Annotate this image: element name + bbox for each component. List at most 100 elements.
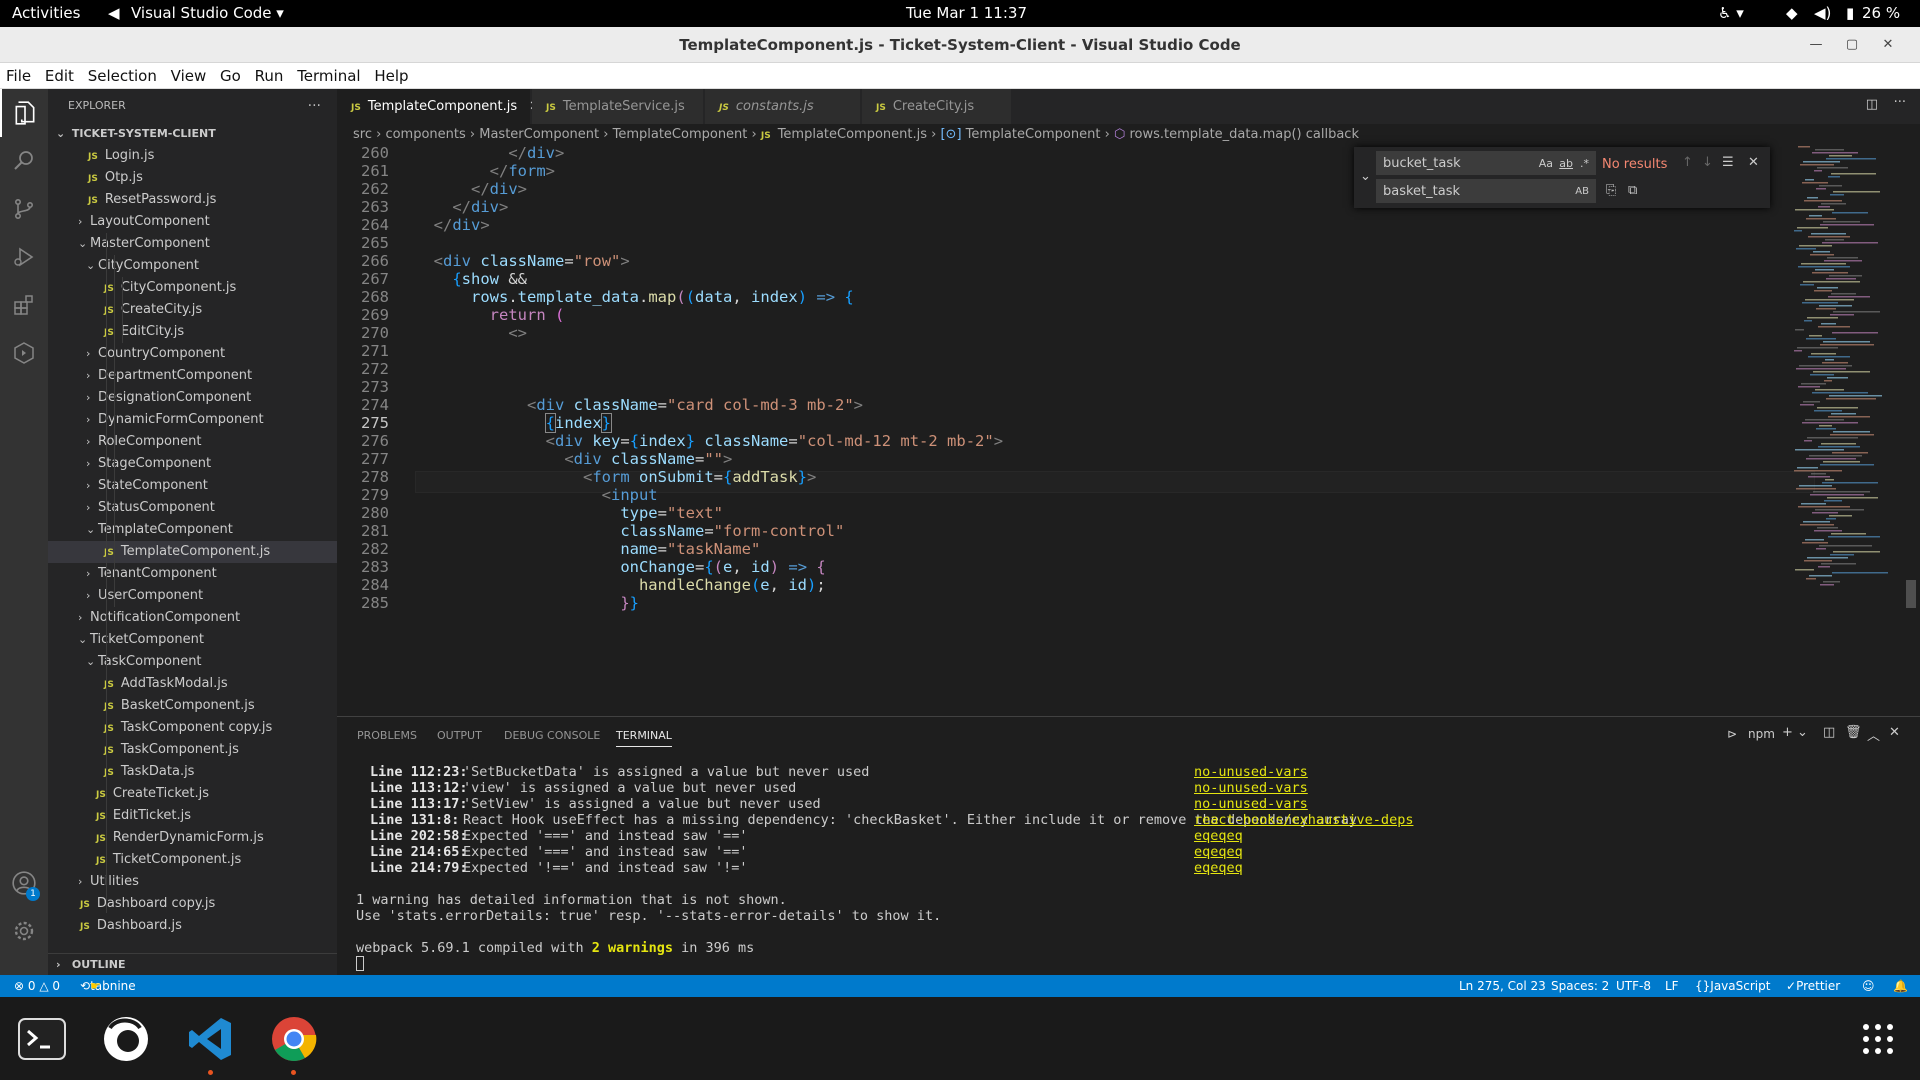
- maximize-icon[interactable]: ▢: [1834, 27, 1870, 63]
- tab-terminal[interactable]: TERMINAL: [616, 729, 672, 747]
- encoding[interactable]: UTF-8: [1616, 975, 1651, 997]
- folder-item[interactable]: › UserComponent: [48, 585, 337, 607]
- explorer-icon[interactable]: [0, 89, 48, 137]
- file-item[interactable]: JS Dashboard copy.js: [48, 893, 337, 915]
- terminal-profile[interactable]: npm: [1748, 727, 1775, 741]
- find-in-selection-icon[interactable]: ☰: [1722, 155, 1734, 170]
- folder-item[interactable]: › TenantComponent: [48, 563, 337, 585]
- match-case-toggle[interactable]: Aa: [1539, 152, 1553, 176]
- file-item[interactable]: JS CreateCity.js: [48, 299, 337, 321]
- lint-rule-link[interactable]: no-unused-vars: [1194, 780, 1308, 796]
- lint-rule-link[interactable]: no-unused-vars: [1194, 796, 1308, 812]
- regex-toggle[interactable]: .*: [1580, 152, 1589, 176]
- file-item[interactable]: JS ResetPassword.js: [48, 189, 337, 211]
- clock[interactable]: Tue Mar 1 11:37: [906, 4, 1027, 22]
- breadcrumb-item[interactable]: TemplateComponent: [613, 127, 748, 142]
- menu-run[interactable]: Run: [249, 63, 284, 85]
- chrome-app-icon[interactable]: [266, 1011, 322, 1075]
- replace-input[interactable]: basket_task AB: [1376, 179, 1596, 203]
- more-actions-icon[interactable]: ···: [308, 89, 321, 123]
- folder-item[interactable]: › Utilities: [48, 871, 337, 893]
- file-item[interactable]: JS TemplateComponent.js: [48, 541, 337, 563]
- terminal-output[interactable]: Line 112:23: 'SetBucketData' is assigned …: [356, 764, 1413, 972]
- lint-rule-link[interactable]: react-hooks/exhaustive-deps: [1194, 812, 1413, 828]
- manage-gear-icon[interactable]: [0, 907, 48, 955]
- split-terminal-icon[interactable]: ◫: [1823, 725, 1835, 740]
- file-item[interactable]: JS TaskComponent.js: [48, 739, 337, 761]
- source-control-icon[interactable]: [0, 185, 48, 233]
- kill-terminal-icon[interactable]: 🗑: [1845, 725, 1862, 740]
- project-root[interactable]: ⌄ TICKET-SYSTEM-CLIENT: [48, 123, 337, 145]
- folder-item[interactable]: › StateComponent: [48, 475, 337, 497]
- search-icon[interactable]: [0, 137, 48, 185]
- minimap[interactable]: [1790, 146, 1910, 716]
- breadcrumb-item[interactable]: components: [385, 127, 465, 142]
- feedback-icon[interactable]: ☺: [1862, 975, 1875, 997]
- split-editor-icon[interactable]: ◫: [1866, 97, 1878, 112]
- run-debug-icon[interactable]: [0, 233, 48, 281]
- terminal-app-icon[interactable]: [14, 1011, 70, 1067]
- menu-view[interactable]: View: [165, 63, 207, 85]
- folder-item[interactable]: › LayoutComponent: [48, 211, 337, 233]
- battery-percent[interactable]: 26 %: [1862, 4, 1900, 22]
- firefox-app-icon[interactable]: [98, 1011, 154, 1067]
- volume-icon[interactable]: ◀): [1814, 4, 1831, 22]
- file-item[interactable]: JS AddTaskModal.js: [48, 673, 337, 695]
- tab-output[interactable]: OUTPUT: [437, 729, 482, 742]
- tab-templateservice[interactable]: JS TemplateService.js: [532, 89, 704, 124]
- cursor-position[interactable]: Ln 275, Col 23: [1459, 975, 1546, 997]
- folder-item[interactable]: › DynamicFormComponent: [48, 409, 337, 431]
- folder-item[interactable]: › StageComponent: [48, 453, 337, 475]
- folder-item[interactable]: › CountryComponent: [48, 343, 337, 365]
- folder-item[interactable]: ⌄ TaskComponent: [48, 651, 337, 673]
- tab-debug-console[interactable]: DEBUG CONSOLE: [504, 729, 600, 742]
- menu-terminal[interactable]: Terminal: [291, 63, 360, 85]
- previous-match-icon[interactable]: ↑: [1682, 155, 1693, 170]
- end-of-line[interactable]: LF: [1665, 975, 1679, 997]
- folder-item[interactable]: › StatusComponent: [48, 497, 337, 519]
- file-item[interactable]: JS TicketComponent.js: [48, 849, 337, 871]
- close-panel-icon[interactable]: ✕: [1889, 725, 1900, 740]
- folder-item[interactable]: ⌄ TicketComponent: [48, 629, 337, 651]
- remote-explorer-icon[interactable]: [0, 329, 48, 377]
- new-terminal-icon[interactable]: + ⌄: [1782, 725, 1808, 740]
- folder-item[interactable]: › RoleComponent: [48, 431, 337, 453]
- activities-button[interactable]: Activities: [12, 4, 80, 22]
- file-item[interactable]: JS RenderDynamicForm.js: [48, 827, 337, 849]
- toggle-replace-icon[interactable]: ⌄: [1360, 169, 1371, 184]
- breadcrumb-item[interactable]: MasterComponent: [479, 127, 599, 142]
- preserve-case-toggle[interactable]: AB: [1575, 180, 1589, 204]
- file-item[interactable]: JS EditTicket.js: [48, 805, 337, 827]
- next-match-icon[interactable]: ↓: [1702, 155, 1713, 170]
- lint-rule-link[interactable]: eqeqeq: [1194, 860, 1243, 876]
- show-applications-icon[interactable]: [1850, 1011, 1906, 1067]
- folder-item[interactable]: › DesignationComponent: [48, 387, 337, 409]
- replace-icon[interactable]: ⎘: [1606, 183, 1616, 198]
- prettier-status[interactable]: ✓ Prettier: [1786, 975, 1840, 997]
- file-item[interactable]: JS CreateTicket.js: [48, 783, 337, 805]
- tab-constants[interactable]: JS constants.js: [705, 89, 861, 124]
- folder-item[interactable]: ⌄ TemplateComponent: [48, 519, 337, 541]
- lint-rule-link[interactable]: no-unused-vars: [1194, 764, 1308, 780]
- find-input[interactable]: bucket_task Aa ab .*: [1376, 151, 1596, 175]
- editor-scrollbar-thumb[interactable]: [1906, 580, 1916, 608]
- menu-help[interactable]: Help: [368, 63, 408, 85]
- extensions-icon[interactable]: [0, 281, 48, 329]
- breadcrumb-item[interactable]: src: [353, 127, 372, 142]
- outline-section[interactable]: › OUTLINE: [48, 953, 337, 975]
- vscode-app-icon[interactable]: [183, 1011, 239, 1075]
- file-item[interactable]: JS Login.js: [48, 145, 337, 167]
- menu-file[interactable]: File: [0, 63, 31, 85]
- accounts-icon[interactable]: 1: [0, 859, 48, 907]
- battery-icon[interactable]: ▮: [1846, 4, 1854, 22]
- breadcrumb-item[interactable]: TemplateComponent.js: [778, 127, 927, 142]
- file-item[interactable]: JS CityComponent.js: [48, 277, 337, 299]
- folder-item[interactable]: ⌄ MasterComponent: [48, 233, 337, 255]
- file-item[interactable]: JS BasketComponent.js: [48, 695, 337, 717]
- wifi-icon[interactable]: ◆: [1786, 4, 1798, 22]
- folder-item[interactable]: › NotificationComponent: [48, 607, 337, 629]
- breadcrumb-item[interactable]: rows.template_data.map() callback: [1129, 127, 1359, 142]
- menu-selection[interactable]: Selection: [82, 63, 157, 85]
- accessibility-icon[interactable]: ♿ ▾: [1718, 4, 1744, 22]
- minimize-icon[interactable]: —: [1798, 27, 1834, 63]
